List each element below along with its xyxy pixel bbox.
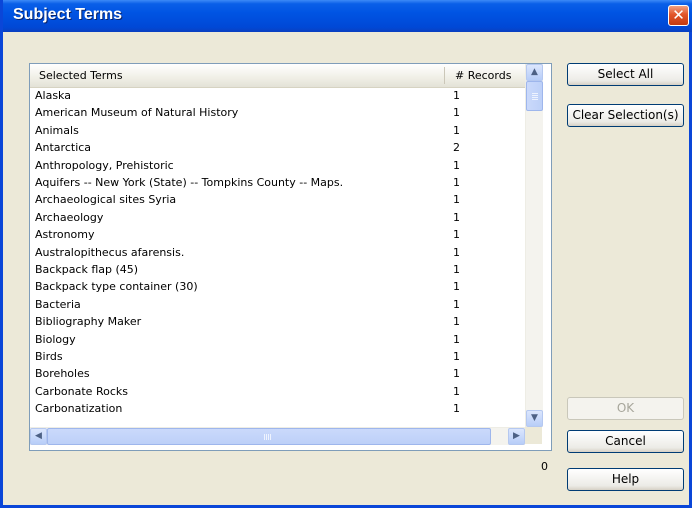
list-item[interactable]: Bacteria 1 [30, 297, 525, 314]
thumb-grip [268, 434, 269, 440]
list-item[interactable]: Australopithecus afarensis. 1 [30, 245, 525, 262]
scroll-up-button[interactable]: ▲ [526, 64, 543, 81]
thumb-grip [532, 93, 538, 94]
thumb-grip [266, 434, 267, 440]
term-label: Anthropology, Prehistoric [35, 158, 174, 172]
term-label: Australopithecus afarensis. [35, 245, 185, 259]
terms-list[interactable]: Selected Terms # Records Alaska 1 American… [29, 63, 552, 451]
list-item[interactable]: Antarctica 2 [30, 140, 525, 157]
term-label: Bibliography Maker [35, 315, 142, 329]
record-count: 1 [453, 176, 460, 189]
close-icon: ✕ [672, 6, 685, 24]
term-label: Backpack type container (30) [35, 280, 198, 294]
list-rows: Alaska 1 American Museum of Natural Histor… [30, 88, 525, 428]
scroll-right-button[interactable]: ▶ [508, 428, 525, 445]
cancel-button[interactable]: Cancel [567, 430, 684, 453]
term-label: Biology [35, 332, 76, 346]
arrow-left-icon: ◀ [35, 431, 42, 441]
arrow-right-icon: ▶ [513, 431, 520, 441]
term-label: Alaska [35, 89, 71, 102]
list-header: Selected Terms # Records [30, 64, 525, 88]
clear-selection-button[interactable]: Clear Selection(s) [567, 104, 684, 127]
horizontal-scroll-thumb[interactable] [47, 428, 491, 445]
term-label: Animals [35, 123, 79, 137]
list-item[interactable]: American Museum of Natural History 1 [30, 105, 525, 122]
scroll-down-button[interactable]: ▼ [526, 410, 543, 427]
record-count: 1 [453, 89, 460, 102]
list-item[interactable]: Carbonatization 1 [30, 401, 525, 418]
record-count: 1 [453, 263, 460, 276]
record-count: 1 [453, 350, 460, 363]
record-count: 1 [453, 280, 460, 294]
thumb-grip [532, 99, 538, 100]
term-label: Astronomy [35, 228, 95, 242]
record-count: 2 [453, 141, 460, 155]
term-label: American Museum of Natural History [35, 106, 239, 120]
select-all-button[interactable]: Select All [567, 63, 684, 86]
thumb-grip [532, 97, 538, 98]
term-label: Carbonate Rocks [35, 384, 128, 398]
list-item[interactable]: Animals 1 [30, 123, 525, 140]
record-count: 1 [453, 367, 460, 381]
list-item[interactable]: Carbonate Rocks 1 [30, 384, 525, 401]
list-item[interactable]: Backpack type container (30) 1 [30, 279, 525, 296]
list-item[interactable]: Alaska 1 [30, 88, 525, 105]
list-item[interactable]: Archaeological sites Syria 1 [30, 192, 525, 209]
list-item[interactable]: Boreholes 1 [30, 366, 525, 383]
thumb-grip [532, 95, 538, 96]
list-item[interactable]: Backpack flap (45) 1 [30, 262, 525, 279]
record-count: 1 [453, 210, 460, 224]
list-item[interactable]: Archaeology 1 [30, 210, 525, 227]
help-button[interactable]: Help [567, 468, 684, 491]
list-item[interactable]: Birds 1 [30, 349, 525, 366]
column-divider[interactable] [444, 67, 445, 84]
record-count: 1 [453, 332, 460, 346]
list-item[interactable]: Astronomy 1 [30, 227, 525, 244]
term-label: Backpack flap (45) [35, 263, 139, 276]
term-label: Boreholes [35, 367, 90, 381]
term-label: Aquifers -- New York (State) -- Tompkins… [35, 176, 344, 189]
list-item[interactable]: Bibliography Maker 1 [30, 314, 525, 331]
record-count: 1 [453, 402, 460, 416]
vertical-scroll-thumb[interactable] [526, 81, 543, 111]
column-header-records[interactable]: # Records [455, 69, 511, 82]
window-title: Subject Terms [13, 6, 123, 23]
list-item[interactable]: Biology 1 [30, 332, 525, 349]
record-count: 1 [453, 384, 460, 398]
vertical-scrollbar[interactable]: ▲ ▼ [525, 64, 543, 427]
thumb-grip [270, 434, 271, 440]
list-item[interactable]: Aquifers -- New York (State) -- Tompkins… [30, 175, 525, 192]
ok-button[interactable]: OK [567, 397, 684, 420]
term-label: Birds [35, 350, 63, 363]
term-label: Bacteria [35, 297, 81, 311]
thumb-grip [264, 434, 265, 440]
list-item[interactable]: Anthropology, Prehistoric 1 [30, 158, 525, 175]
arrow-down-icon: ▼ [531, 413, 538, 423]
record-count: 1 [453, 297, 460, 311]
record-count: 1 [453, 123, 460, 137]
subject-terms-dialog: Subject Terms ✕ Selected Terms # Records… [0, 0, 692, 508]
term-label: Archaeology [35, 210, 104, 224]
term-label: Carbonatization [35, 402, 123, 416]
record-count: 1 [453, 228, 460, 242]
scrollbar-corner [525, 427, 542, 444]
record-count: 1 [453, 245, 460, 259]
term-label: Antarctica [35, 141, 92, 155]
horizontal-scrollbar[interactable]: ◀ ▶ [30, 427, 525, 445]
close-button[interactable]: ✕ [668, 5, 689, 26]
title-bar[interactable]: Subject Terms ✕ [3, 0, 692, 32]
record-count: 1 [453, 158, 460, 172]
record-count: 1 [453, 315, 460, 329]
term-label: Archaeological sites Syria [35, 193, 177, 207]
column-header-terms[interactable]: Selected Terms [39, 69, 123, 82]
selection-count: 0 [541, 460, 548, 473]
arrow-up-icon: ▲ [531, 67, 538, 77]
record-count: 1 [453, 106, 460, 120]
scroll-left-button[interactable]: ◀ [30, 428, 47, 445]
record-count: 1 [453, 193, 460, 207]
